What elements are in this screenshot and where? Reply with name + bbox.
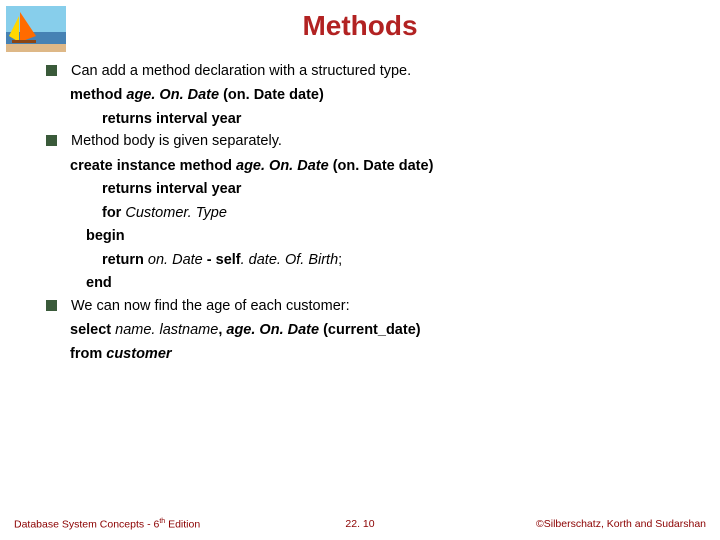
- footer-text: Database System Concepts - 6: [14, 518, 159, 530]
- args: (on. Date date): [333, 158, 434, 174]
- code-line: create instance method age. On. Date (on…: [70, 155, 674, 177]
- code-line: for Customer. Type: [102, 202, 674, 224]
- kw: from: [70, 346, 106, 362]
- kw: create instance method: [70, 158, 236, 174]
- ident: age. On. Date: [226, 322, 323, 338]
- bullet-item: Method body is given separately.: [46, 130, 674, 152]
- footer-copyright: ©Silberschatz, Korth and Sudarshan: [375, 518, 706, 530]
- slide-footer: Database System Concepts - 6th Edition 2…: [0, 518, 720, 531]
- ident: on. Date: [148, 252, 207, 268]
- kw: method: [70, 87, 126, 103]
- kw: self: [216, 252, 241, 268]
- op: -: [207, 252, 216, 268]
- args: (on. Date date): [223, 87, 324, 103]
- square-bullet-icon: [46, 65, 57, 76]
- ident: name. lastname: [115, 322, 218, 338]
- logo-image: [6, 6, 66, 52]
- args: (current_date): [323, 322, 421, 338]
- code-line: return on. Date - self. date. Of. Birth;: [102, 249, 674, 271]
- bullet-text: We can now find the age of each customer…: [71, 295, 350, 317]
- square-bullet-icon: [46, 300, 57, 311]
- code-line: returns interval year: [102, 108, 674, 130]
- bullet-item: We can now find the age of each customer…: [46, 295, 674, 317]
- ident: customer: [106, 346, 171, 362]
- ident: age. On. Date: [126, 87, 223, 103]
- bullet-text: Can add a method declaration with a stru…: [71, 60, 411, 82]
- ident: Customer. Type: [125, 205, 227, 221]
- footer-left: Database System Concepts - 6th Edition: [14, 518, 345, 531]
- footer-text: Edition: [165, 518, 200, 530]
- kw: select: [70, 322, 115, 338]
- code-line: begin: [86, 225, 674, 247]
- footer-page-number: 22. 10: [345, 518, 374, 530]
- punct: ;: [338, 252, 342, 268]
- ident: age. On. Date: [236, 158, 333, 174]
- square-bullet-icon: [46, 135, 57, 146]
- kw: for: [102, 205, 125, 221]
- bullet-item: Can add a method declaration with a stru…: [46, 60, 674, 82]
- ident: . date. Of. Birth: [241, 252, 339, 268]
- slide-content: Can add a method declaration with a stru…: [0, 60, 720, 365]
- code-line: from customer: [70, 343, 674, 365]
- kw: return: [102, 252, 148, 268]
- code-line: returns interval year: [102, 178, 674, 200]
- slide-root: Methods Can add a method declaration wit…: [0, 0, 720, 540]
- code-line: method age. On. Date (on. Date date): [70, 84, 674, 106]
- code-line: end: [86, 272, 674, 294]
- bullet-text: Method body is given separately.: [71, 130, 282, 152]
- code-line: select name. lastname, age. On. Date (cu…: [70, 319, 674, 341]
- slide-title: Methods: [0, 0, 720, 60]
